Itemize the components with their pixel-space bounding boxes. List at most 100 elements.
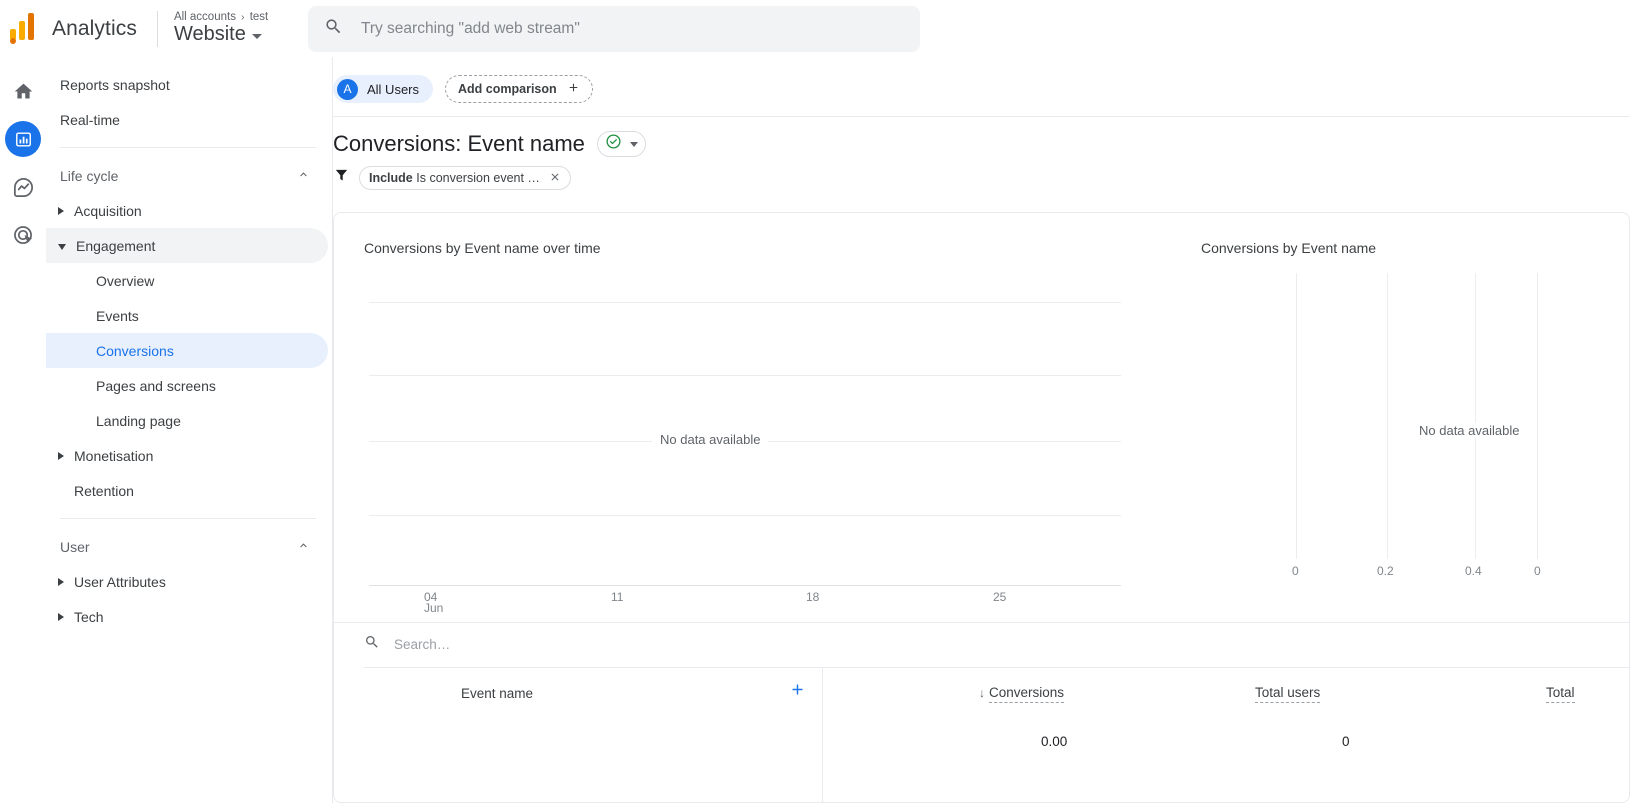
table-header-label: Event name xyxy=(461,686,534,701)
table-search-input[interactable] xyxy=(394,636,814,652)
search-icon xyxy=(324,17,343,41)
filter-chip[interactable]: Include Is conversion event … xyxy=(359,166,571,190)
gridline xyxy=(1475,273,1476,559)
table-header-total[interactable]: Total xyxy=(1546,685,1575,703)
page-title: Conversions: Event name xyxy=(333,131,585,156)
close-icon[interactable] xyxy=(549,170,561,186)
sidebar-item-acquisition[interactable]: Acquisition xyxy=(46,193,328,228)
filter-chip-prefix: Include xyxy=(369,171,413,185)
header-divider xyxy=(333,116,1630,117)
sidebar-item-monetisation[interactable]: Monetisation xyxy=(46,438,328,473)
sidebar-item-label: Overview xyxy=(96,272,155,289)
sidebar-item-label: Acquisition xyxy=(74,202,142,219)
x-tick-label: 0 xyxy=(1292,564,1299,578)
divider xyxy=(156,10,158,47)
sidebar-item-label: Landing page xyxy=(96,412,181,429)
filter-chip-value: Is conversion event … xyxy=(416,171,540,185)
chevron-up-icon xyxy=(297,168,310,184)
sidebar-item-label: Monetisation xyxy=(74,447,154,464)
x-tick-label: 0 xyxy=(1534,564,1541,578)
breadcrumb-all-accounts[interactable]: All accounts xyxy=(174,11,236,23)
sidebar-item-landing-page[interactable]: Landing page xyxy=(46,403,328,438)
top-app-bar: Analytics All accounts › test Website xyxy=(0,0,1630,57)
filter-row: Include Is conversion event … xyxy=(333,166,1630,190)
timeseries-chart: Conversions by Event name over time No d… xyxy=(364,240,1149,620)
gridline xyxy=(369,375,1121,376)
sidebar-group-user[interactable]: User xyxy=(46,529,328,564)
add-comparison-button[interactable]: Add comparison xyxy=(445,75,593,103)
breadcrumb-current-account[interactable]: test xyxy=(250,11,269,23)
sidebar-item-reports-snapshot[interactable]: Reports snapshot xyxy=(46,67,328,102)
account-selector[interactable]: All accounts › test Website xyxy=(174,11,282,46)
analytics-logo-icon xyxy=(8,12,42,46)
report-status-dropdown[interactable] xyxy=(596,131,646,157)
avatar: A xyxy=(337,78,358,100)
reports-bar-chart-icon[interactable] xyxy=(5,121,41,157)
filter-chip-text: Include Is conversion event … xyxy=(369,171,540,185)
global-search[interactable] xyxy=(307,5,920,52)
triangle-right-icon xyxy=(58,577,64,586)
title-row: Conversions: Event name xyxy=(333,131,1630,157)
triangle-down-icon xyxy=(58,244,66,250)
chart-title: Conversions by Event name over time xyxy=(364,240,601,256)
explore-icon[interactable] xyxy=(5,169,41,205)
advertising-target-icon[interactable] xyxy=(5,217,41,253)
chart-title: Conversions by Event name xyxy=(1201,240,1377,256)
sidebar-item-overview[interactable]: Overview xyxy=(46,263,328,298)
sidebar-item-label: Retention xyxy=(74,482,134,499)
sidebar-group-label: Life cycle xyxy=(60,167,119,184)
table-header-divider xyxy=(364,667,1630,668)
sidebar-item-label: Tech xyxy=(74,608,104,625)
home-icon[interactable] xyxy=(5,73,41,109)
table-header-label: Conversions xyxy=(989,685,1065,703)
add-comparison-label: Add comparison xyxy=(458,82,557,96)
breadcrumb-separator-icon: › xyxy=(241,12,245,23)
chevron-up-icon xyxy=(297,539,310,555)
gridline xyxy=(1537,273,1538,559)
sidebar-item-events[interactable]: Events xyxy=(46,298,328,333)
x-tick-label: 0.2 xyxy=(1377,564,1394,578)
sidebar-item-engagement[interactable]: Engagement xyxy=(46,228,328,263)
table-column-divider xyxy=(822,667,823,803)
table-header-event-name[interactable]: Event name xyxy=(461,686,533,701)
report-card: Conversions by Event name over time No d… xyxy=(333,212,1630,803)
sidebar-group-label: User xyxy=(60,538,90,555)
bar-chart: Conversions by Event name No data availa… xyxy=(1179,240,1630,620)
report-main-area: A All Users Add comparison Conversions: … xyxy=(333,57,1630,803)
table-header-total-users[interactable]: Total users xyxy=(1255,685,1321,703)
filter-funnel-icon xyxy=(333,167,350,189)
sidebar-item-retention[interactable]: Retention xyxy=(46,473,328,508)
sidebar-item-conversions[interactable]: Conversions xyxy=(46,333,328,368)
search-input[interactable] xyxy=(360,19,904,38)
chevron-down-icon xyxy=(629,141,638,147)
sidebar-item-label: Events xyxy=(96,307,139,324)
sidebar-divider xyxy=(60,518,316,519)
x-tick-label: 25 xyxy=(993,590,1007,604)
sidebar-item-user-attributes[interactable]: User Attributes xyxy=(46,564,328,599)
table-cell-total-users-total: 0 xyxy=(1342,734,1350,749)
comparison-chip-all-users[interactable]: A All Users xyxy=(333,75,434,103)
table-search[interactable] xyxy=(364,622,814,666)
sidebar-item-label: Conversions xyxy=(96,342,174,359)
primary-icon-rail xyxy=(0,57,46,803)
sidebar-item-label: User Attributes xyxy=(74,573,166,590)
table-header-label: Total xyxy=(1546,685,1575,703)
comparison-row: A All Users Add comparison xyxy=(333,57,1630,103)
sidebar-item-real-time[interactable]: Real-time xyxy=(46,102,328,137)
sidebar-item-label: Engagement xyxy=(76,237,156,254)
add-dimension-button[interactable] xyxy=(789,681,806,704)
table-header-conversions[interactable]: ↓ Conversions xyxy=(979,685,1065,703)
x-axis-line xyxy=(369,585,1121,586)
property-name[interactable]: Website xyxy=(174,23,282,46)
breadcrumb: All accounts › test xyxy=(174,11,282,23)
sidebar-item-pages-and-screens[interactable]: Pages and screens xyxy=(46,368,328,403)
chevron-down-icon xyxy=(251,34,262,39)
sidebar-item-label: Real-time xyxy=(60,111,120,128)
x-axis-month-label: Jun xyxy=(424,601,444,615)
sidebar-item-label: Pages and screens xyxy=(96,377,216,394)
gridline xyxy=(1387,273,1388,559)
sidebar-item-tech[interactable]: Tech xyxy=(46,599,328,634)
gridline xyxy=(369,515,1121,516)
x-tick-label: 18 xyxy=(806,590,820,604)
sidebar-group-life-cycle[interactable]: Life cycle xyxy=(46,158,328,193)
